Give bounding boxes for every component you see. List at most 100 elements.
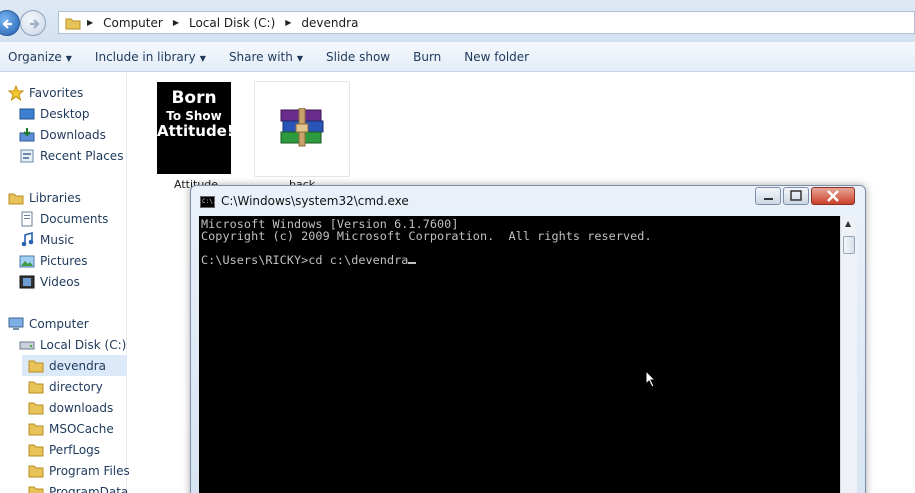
libraries-icon [8,193,24,204]
scrollbar-thumb[interactable] [843,236,855,254]
dropdown-arrow-icon: ▼ [65,53,72,63]
share-label: Share with [228,49,293,64]
sidebar-item-label: Pictures [40,253,88,268]
sidebar-item-recent-places[interactable]: Recent Places [19,145,123,166]
organize-label: Organize [8,49,62,64]
sidebar-item-label: directory [49,379,103,394]
sidebar-item-label: Favorites [29,85,84,100]
cmd-window-title: C:\Windows\system32\cmd.exe [221,194,409,208]
sidebar-item-label: devendra [49,358,106,373]
minimize-icon [764,198,773,200]
sidebar-item-music[interactable]: Music [19,229,74,250]
sidebar-item-label: Videos [40,274,80,289]
maximize-icon [790,190,802,201]
sidebar-item-msocache[interactable]: MSOCache [28,418,114,439]
sidebar-item-downloads-folder[interactable]: downloads [28,397,113,418]
file-tile-attitude[interactable]: Born To Show Attitude! [157,82,234,174]
winrar-archive-icon [280,108,324,147]
breadcrumb-computer[interactable]: Computer [103,16,163,30]
console-prompt-line: C:\Users\RICKY>cd c:\devendra [201,253,417,267]
folder-icon [28,486,44,493]
address-bar-area: ▶ Computer ▶ Local Disk (C:) ▶ devendra [0,0,915,42]
sidebar-item-libraries[interactable]: Libraries [8,187,81,208]
sidebar-item-label: Recent Places [40,148,124,163]
mouse-pointer-icon [645,370,657,388]
navigation-pane: Favorites Desktop Downloads Recent Place… [0,73,130,493]
include-in-library-button[interactable]: Include in library ▼ [87,50,214,64]
folder-icon [28,465,44,477]
sidebar-item-label: PerfLogs [49,442,101,457]
console-line: Copyright (c) 2009 Microsoft Corporation… [201,229,652,243]
thumbnail-text-attitude: Attitude! [157,122,234,141]
sidebar-item-videos[interactable]: Videos [19,271,80,292]
console-output[interactable]: Microsoft Windows [Version 6.1.7600] Cop… [199,216,840,493]
thumbnail-text-to-show: To Show [166,108,222,123]
console-command-text: C:\Users\RICKY>cd c:\devendra [201,253,409,267]
new-folder-button[interactable]: New folder [456,50,537,64]
sidebar-item-documents[interactable]: Documents [19,208,108,229]
burn-button[interactable]: Burn [405,50,449,64]
sidebar-item-directory[interactable]: directory [28,376,103,397]
share-with-button[interactable]: Share with ▼ [221,50,311,64]
chevron-right-icon[interactable]: ▶ [87,18,93,27]
slide-show-button[interactable]: Slide show [318,50,398,64]
recent-places-icon [20,149,34,162]
sidebar-item-desktop[interactable]: Desktop [19,103,90,124]
text-cursor [408,262,417,264]
cmd-icon-text: C:\. [202,198,217,205]
include-label: Include in library [94,49,196,64]
sidebar-item-programdata[interactable]: ProgramData [28,481,128,493]
chevron-right-icon[interactable]: ▶ [173,18,179,27]
maximize-button[interactable] [783,187,809,205]
pictures-icon [19,255,35,267]
cmd-icon: C:\. [200,196,217,208]
downloads-icon [19,127,35,141]
folder-icon [28,360,44,372]
forward-button[interactable] [20,10,46,36]
vertical-scrollbar[interactable]: ▲ [840,216,857,493]
scroll-up-arrow-icon[interactable]: ▲ [845,219,851,228]
drive-icon [19,341,35,349]
sidebar-item-label: Music [40,232,75,247]
sidebar-item-label: downloads [49,400,114,415]
star-icon [8,84,24,101]
folder-icon [65,18,81,29]
sidebar-item-label: Computer [29,316,89,331]
sidebar-item-program-files[interactable]: Program Files [28,460,130,481]
forward-arrow-icon [30,19,40,29]
dropdown-arrow-icon: ▼ [199,53,206,63]
command-toolbar: Organize ▼ Include in library ▼ Share with… [0,42,915,72]
sidebar-item-computer[interactable]: Computer [8,313,89,334]
back-button[interactable] [0,10,20,36]
cmd-window[interactable]: C:\. C:\Windows\system32\cmd.exe Microso… [190,185,866,493]
sidebar-item-favorites[interactable]: Favorites [8,82,83,103]
dropdown-arrow-icon: ▼ [296,53,303,63]
sidebar-item-label: Local Disk (C:) [40,337,127,352]
file-tile-back[interactable] [254,81,350,177]
videos-icon [19,275,35,288]
back-arrow-icon [2,19,12,29]
sidebar-item-downloads[interactable]: Downloads [19,124,106,145]
address-box[interactable]: ▶ Computer ▶ Local Disk (C:) ▶ devendra [58,11,915,34]
sidebar-item-label: Program Files [49,463,130,478]
breadcrumb-local-disk[interactable]: Local Disk (C:) [189,16,275,30]
close-button[interactable] [811,187,855,205]
minimize-button[interactable] [755,187,781,205]
folder-icon [28,423,44,435]
chevron-right-icon[interactable]: ▶ [285,18,291,27]
sidebar-item-label: MSOCache [49,421,114,436]
sidebar-item-label: Libraries [29,190,81,205]
documents-icon [21,211,33,226]
computer-icon [8,317,24,330]
sidebar-item-local-disk[interactable]: Local Disk (C:) [19,334,126,355]
thumbnail-text-born: Born [171,88,217,108]
breadcrumb-devendra[interactable]: devendra [301,16,358,30]
sidebar-item-perflogs[interactable]: PerfLogs [28,439,100,460]
organize-button[interactable]: Organize ▼ [0,50,80,64]
sidebar-item-label: Documents [40,211,109,226]
desktop-icon [19,108,35,119]
sidebar-item-pictures[interactable]: Pictures [19,250,88,271]
close-icon [827,190,839,202]
sidebar-item-devendra[interactable]: devendra [22,355,127,376]
sidebar-item-label: Downloads [40,127,106,142]
